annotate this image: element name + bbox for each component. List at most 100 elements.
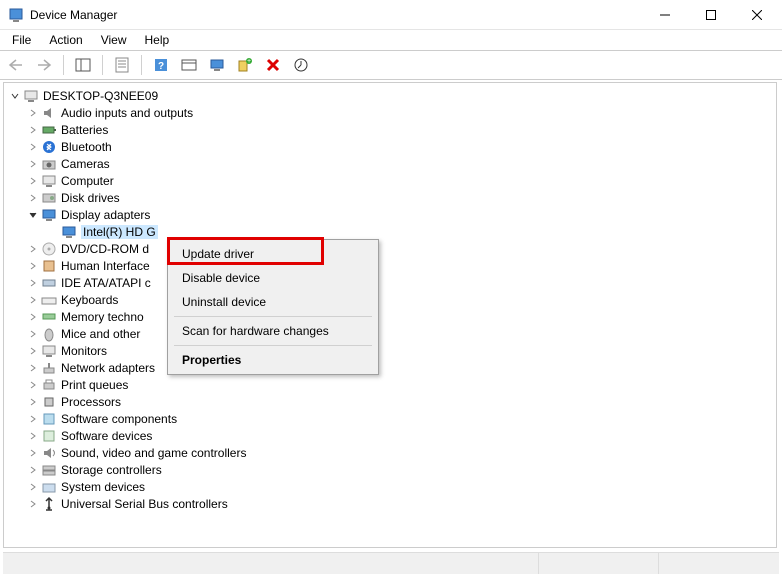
category-icon xyxy=(41,275,57,291)
chevron-right-icon[interactable] xyxy=(26,429,40,443)
chevron-right-icon[interactable] xyxy=(26,276,40,290)
tree-category[interactable]: Software devices xyxy=(6,427,774,444)
chevron-right-icon[interactable] xyxy=(26,123,40,137)
chevron-right-icon[interactable] xyxy=(26,463,40,477)
tree-category-label: Software devices xyxy=(61,429,152,443)
tree-category[interactable]: Bluetooth xyxy=(6,138,774,155)
menu-file[interactable]: File xyxy=(4,31,39,49)
show-hide-tree-button[interactable] xyxy=(71,53,95,77)
tree-category[interactable]: Monitors xyxy=(6,342,774,359)
tree-category[interactable]: Cameras xyxy=(6,155,774,172)
menubar: File Action View Help xyxy=(0,30,782,50)
tree-category-label: Print queues xyxy=(61,378,128,392)
tree-category[interactable]: Human Interface xyxy=(6,257,774,274)
device-tree[interactable]: DESKTOP-Q3NEE09 Audio inputs and outputs… xyxy=(4,83,776,516)
spacer xyxy=(46,225,60,239)
ctx-scan-hardware[interactable]: Scan for hardware changes xyxy=(170,319,376,343)
tree-category[interactable]: Disk drives xyxy=(6,189,774,206)
tree-category[interactable]: Processors xyxy=(6,393,774,410)
tree-category[interactable]: DVD/CD-ROM d xyxy=(6,240,774,257)
tree-category[interactable]: Audio inputs and outputs xyxy=(6,104,774,121)
scan-hardware-button[interactable] xyxy=(205,53,229,77)
category-icon xyxy=(41,139,57,155)
category-icon xyxy=(41,411,57,427)
chevron-right-icon[interactable] xyxy=(26,395,40,409)
ctx-uninstall-device[interactable]: Uninstall device xyxy=(170,290,376,314)
svg-text:+: + xyxy=(247,58,251,65)
ctx-disable-device[interactable]: Disable device xyxy=(170,266,376,290)
tree-category-label: Processors xyxy=(61,395,121,409)
chevron-down-icon[interactable] xyxy=(26,208,40,222)
tree-category-label: Computer xyxy=(61,174,114,188)
properties-button[interactable] xyxy=(110,53,134,77)
chevron-right-icon[interactable] xyxy=(26,480,40,494)
chevron-right-icon[interactable] xyxy=(26,361,40,375)
chevron-right-icon[interactable] xyxy=(26,446,40,460)
tree-category-label: DVD/CD-ROM d xyxy=(61,242,149,256)
category-icon xyxy=(41,377,57,393)
category-icon xyxy=(41,462,57,478)
uninstall-button[interactable] xyxy=(261,53,285,77)
chevron-right-icon[interactable] xyxy=(26,293,40,307)
chevron-right-icon[interactable] xyxy=(26,327,40,341)
add-legacy-button[interactable]: + xyxy=(233,53,257,77)
tree-root[interactable]: DESKTOP-Q3NEE09 xyxy=(6,87,774,104)
chevron-right-icon[interactable] xyxy=(26,157,40,171)
tree-category[interactable]: IDE ATA/ATAPI c xyxy=(6,274,774,291)
forward-button[interactable] xyxy=(32,53,56,77)
maximize-button[interactable] xyxy=(688,0,734,30)
tree-category[interactable]: Network adapters xyxy=(6,359,774,376)
tree-category[interactable]: Batteries xyxy=(6,121,774,138)
menu-action[interactable]: Action xyxy=(41,31,90,49)
tree-category[interactable]: Storage controllers xyxy=(6,461,774,478)
titlebar: Device Manager xyxy=(0,0,782,30)
tree-category[interactable]: System devices xyxy=(6,478,774,495)
chevron-down-icon[interactable] xyxy=(8,89,22,103)
status-cell xyxy=(659,553,779,574)
toolbar: ? + xyxy=(0,50,782,80)
chevron-right-icon[interactable] xyxy=(26,140,40,154)
chevron-right-icon[interactable] xyxy=(26,259,40,273)
chevron-right-icon[interactable] xyxy=(26,497,40,511)
category-icon xyxy=(41,479,57,495)
tree-category[interactable]: Print queues xyxy=(6,376,774,393)
chevron-right-icon[interactable] xyxy=(26,378,40,392)
category-icon xyxy=(41,241,57,257)
update-driver-button[interactable] xyxy=(289,53,313,77)
tree-category-label: Batteries xyxy=(61,123,108,137)
window-title: Device Manager xyxy=(30,8,642,22)
category-icon xyxy=(41,428,57,444)
chevron-right-icon[interactable] xyxy=(26,412,40,426)
menu-view[interactable]: View xyxy=(93,31,135,49)
tree-category[interactable]: Display adapters xyxy=(6,206,774,223)
menu-help[interactable]: Help xyxy=(137,31,178,49)
minimize-button[interactable] xyxy=(642,0,688,30)
category-icon xyxy=(41,207,57,223)
help-button[interactable]: ? xyxy=(149,53,173,77)
close-button[interactable] xyxy=(734,0,780,30)
ctx-update-driver[interactable]: Update driver xyxy=(170,242,376,266)
context-menu: Update driver Disable device Uninstall d… xyxy=(167,239,379,375)
view-devices-button[interactable] xyxy=(177,53,201,77)
chevron-right-icon[interactable] xyxy=(26,106,40,120)
tree-category-label: Universal Serial Bus controllers xyxy=(61,497,228,511)
chevron-right-icon[interactable] xyxy=(26,344,40,358)
chevron-right-icon[interactable] xyxy=(26,174,40,188)
chevron-right-icon[interactable] xyxy=(26,242,40,256)
chevron-right-icon[interactable] xyxy=(26,191,40,205)
back-button[interactable] xyxy=(4,53,28,77)
toolbar-separator xyxy=(141,55,142,75)
chevron-right-icon[interactable] xyxy=(26,310,40,324)
tree-category[interactable]: Sound, video and game controllers xyxy=(6,444,774,461)
tree-device-selected[interactable]: Intel(R) HD G xyxy=(6,223,774,240)
tree-category[interactable]: Computer xyxy=(6,172,774,189)
status-cell xyxy=(3,553,539,574)
ctx-properties[interactable]: Properties xyxy=(170,348,376,372)
tree-category[interactable]: Software components xyxy=(6,410,774,427)
tree-category-label: Mice and other xyxy=(61,327,140,341)
tree-category[interactable]: Mice and other xyxy=(6,325,774,342)
tree-category[interactable]: Keyboards xyxy=(6,291,774,308)
tree-category[interactable]: Universal Serial Bus controllers xyxy=(6,495,774,512)
svg-text:?: ? xyxy=(158,61,164,72)
tree-category[interactable]: Memory techno xyxy=(6,308,774,325)
